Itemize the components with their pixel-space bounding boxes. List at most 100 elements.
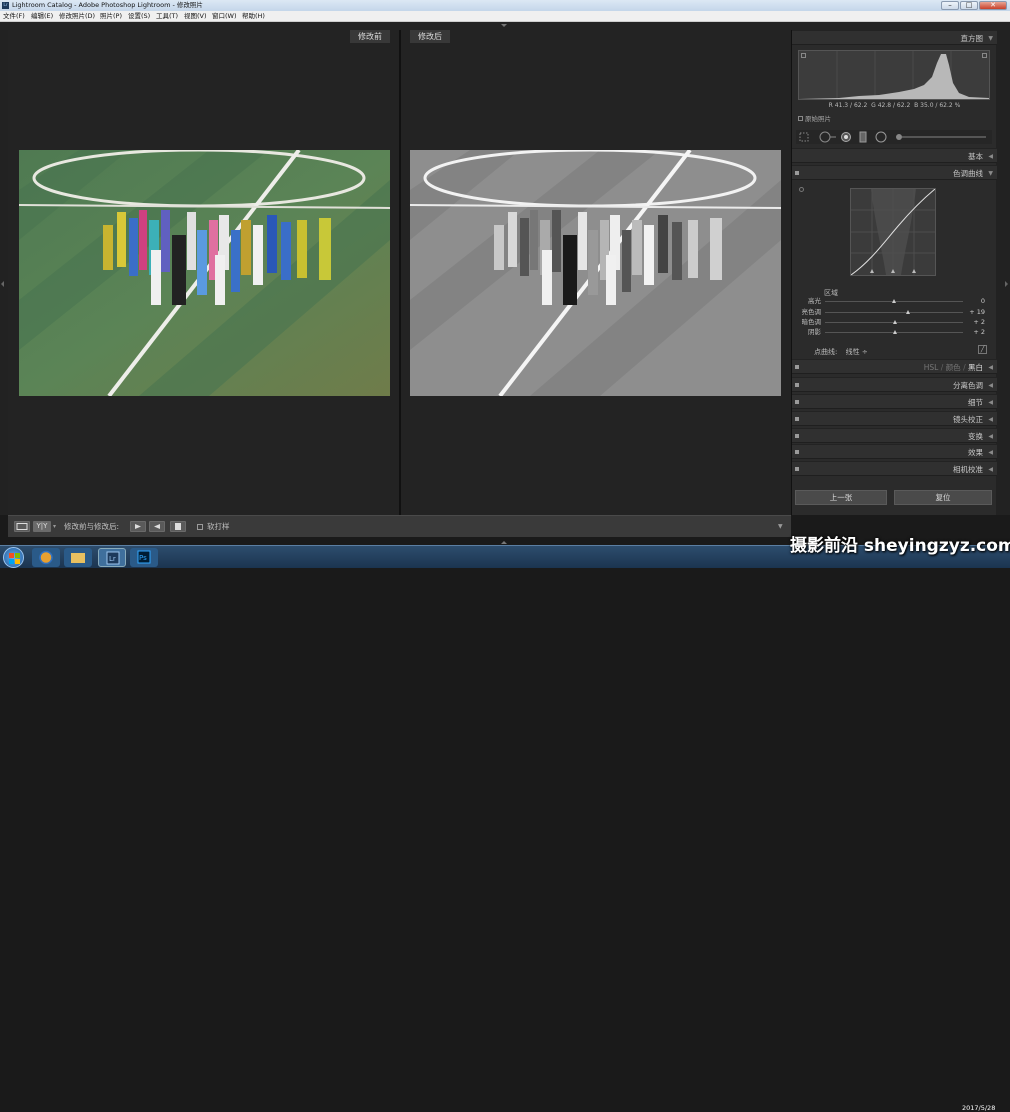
shadows-value[interactable]: + 2 bbox=[973, 328, 985, 337]
panel-switch-icon[interactable] bbox=[795, 383, 799, 387]
adjustment-brush-icon[interactable] bbox=[896, 134, 986, 140]
bw-tab[interactable]: 黑白 bbox=[968, 363, 983, 372]
before-pane: 修改前 bbox=[8, 30, 399, 515]
soft-proof-label: 软打样 bbox=[207, 522, 230, 531]
effects-header[interactable]: 效果 ◀ bbox=[792, 444, 997, 459]
hsl-color-bw-header[interactable]: HSL / 颜色 / 黑白 ◀ bbox=[792, 359, 997, 374]
red-eye-icon[interactable] bbox=[841, 132, 851, 142]
lights-slider[interactable]: 亮色调 + 19 bbox=[792, 308, 997, 317]
menu-bar: 文件(F) 编辑(E) 修改照片(D) 照片(P) 设置(S) 工具(T) 视图… bbox=[0, 11, 1010, 22]
tone-curve-graph[interactable] bbox=[850, 188, 936, 276]
menu-edit[interactable]: 编辑(E) bbox=[31, 11, 53, 22]
expand-icon: ◀ bbox=[988, 364, 993, 371]
before-after-view-button[interactable]: Y|Y bbox=[33, 521, 51, 532]
targeted-adjustment-icon[interactable] bbox=[799, 187, 804, 192]
highlights-value[interactable]: 0 bbox=[981, 297, 985, 306]
darks-slider[interactable]: 暗色调 + 2 bbox=[792, 318, 997, 327]
taskbar-lightroom[interactable]: Lr bbox=[98, 548, 126, 567]
original-photo-checkbox[interactable] bbox=[798, 116, 803, 121]
copy-before-to-after-button[interactable] bbox=[130, 521, 146, 532]
camera-calibration-header[interactable]: 相机校准 ◀ bbox=[792, 461, 997, 476]
menu-settings[interactable]: 设置(S) bbox=[128, 11, 150, 22]
taskbar-photoshop[interactable]: Ps bbox=[130, 548, 158, 567]
shadows-knob[interactable] bbox=[893, 330, 898, 334]
menu-window[interactable]: 窗口(W) bbox=[212, 11, 237, 22]
collapse-top-panel-icon[interactable] bbox=[501, 24, 507, 27]
lightroom-logo-icon: Lr bbox=[2, 2, 9, 9]
shadow-clipping-icon[interactable] bbox=[801, 53, 806, 58]
panel-switch-icon[interactable] bbox=[795, 400, 799, 404]
crop-tool-icon[interactable] bbox=[799, 132, 809, 142]
menu-develop[interactable]: 修改照片(D) bbox=[59, 11, 95, 22]
menu-photo[interactable]: 照片(P) bbox=[100, 11, 122, 22]
copy-after-to-before-button[interactable] bbox=[149, 521, 165, 532]
soft-proof-checkbox[interactable] bbox=[197, 524, 203, 530]
panel-switch-icon[interactable] bbox=[795, 434, 799, 438]
toolbar-options-icon[interactable]: ▼ bbox=[778, 521, 783, 532]
maximize-button[interactable]: □ bbox=[960, 1, 978, 10]
swap-button[interactable] bbox=[170, 521, 186, 532]
collapse-right-panel-icon[interactable] bbox=[1005, 281, 1008, 287]
before-after-viewer: 修改前 修改后 bbox=[8, 30, 791, 515]
minimize-button[interactable]: – bbox=[941, 1, 959, 10]
effects-title: 效果 bbox=[968, 448, 983, 457]
panel-switch-icon[interactable] bbox=[795, 171, 799, 175]
lights-track[interactable] bbox=[825, 312, 963, 313]
loupe-view-button[interactable] bbox=[14, 521, 30, 532]
collapse-left-panel-icon[interactable] bbox=[1, 281, 4, 287]
collapse-filmstrip-icon[interactable] bbox=[501, 541, 507, 544]
graduated-filter-icon[interactable] bbox=[859, 131, 867, 143]
menu-view[interactable]: 视图(V) bbox=[184, 11, 207, 22]
right-panel-edge bbox=[996, 30, 1010, 515]
taskbar-clock[interactable]: 2017/5/28 bbox=[962, 1104, 995, 1112]
highlights-slider[interactable]: 高光 0 bbox=[792, 297, 997, 306]
previous-button[interactable]: 上一张 bbox=[795, 490, 887, 505]
split-toning-header[interactable]: 分离色调 ◀ bbox=[792, 377, 997, 392]
menu-file[interactable]: 文件(F) bbox=[3, 11, 25, 22]
b-label: B bbox=[914, 102, 919, 109]
original-photo-toggle[interactable]: 原始照片 bbox=[798, 113, 831, 123]
taskbar-browser[interactable] bbox=[32, 548, 60, 567]
tone-curve-header[interactable]: 色调曲线 ▼ bbox=[792, 165, 997, 180]
lens-correction-header[interactable]: 镜头校正 ◀ bbox=[792, 411, 997, 426]
title-bar: Lr Lightroom Catalog - Adobe Photoshop L… bbox=[0, 0, 1010, 11]
panel-switch-icon[interactable] bbox=[795, 417, 799, 421]
shadows-slider[interactable]: 阴影 + 2 bbox=[792, 328, 997, 337]
before-photo[interactable] bbox=[19, 150, 390, 396]
radial-filter-icon[interactable] bbox=[875, 131, 887, 143]
reset-button[interactable]: 复位 bbox=[894, 490, 992, 505]
lights-label: 亮色调 bbox=[801, 308, 822, 316]
menu-help[interactable]: 帮助(H) bbox=[242, 11, 265, 22]
windows-logo-icon bbox=[9, 553, 20, 564]
lights-knob[interactable] bbox=[905, 310, 910, 314]
taskbar-explorer[interactable] bbox=[64, 548, 92, 567]
point-curve-row: 点曲线: 线性 ÷ bbox=[814, 347, 868, 357]
hsl-tab[interactable]: HSL bbox=[924, 363, 939, 372]
b-value: 35.0 / 62.2 bbox=[920, 102, 953, 109]
panel-switch-icon[interactable] bbox=[795, 467, 799, 471]
point-curve-select[interactable]: 线性 ÷ bbox=[846, 348, 868, 356]
expand-icon: ◀ bbox=[988, 466, 993, 473]
start-button[interactable] bbox=[3, 547, 24, 568]
detail-header[interactable]: 细节 ◀ bbox=[792, 394, 997, 409]
spot-removal-icon[interactable] bbox=[819, 131, 836, 143]
menu-tools[interactable]: 工具(T) bbox=[156, 11, 178, 22]
darks-value[interactable]: + 2 bbox=[973, 318, 985, 327]
transform-header[interactable]: 变换 ◀ bbox=[792, 428, 997, 443]
panel-switch-icon[interactable] bbox=[795, 450, 799, 454]
lens-correction-title: 镜头校正 bbox=[953, 415, 983, 424]
histogram-display[interactable] bbox=[798, 50, 990, 100]
lights-value[interactable]: + 19 bbox=[969, 308, 985, 317]
highlight-clipping-icon[interactable] bbox=[982, 53, 987, 58]
darks-knob[interactable] bbox=[893, 320, 898, 324]
after-photo[interactable] bbox=[410, 150, 781, 396]
highlights-knob[interactable] bbox=[892, 299, 896, 303]
color-tab[interactable]: 颜色 bbox=[946, 363, 961, 372]
panel-switch-icon[interactable] bbox=[795, 365, 799, 369]
close-button[interactable]: ✕ bbox=[979, 1, 1007, 10]
basic-panel-header[interactable]: 基本 ◀ bbox=[792, 148, 997, 163]
point-curve-label: 点曲线: bbox=[814, 348, 838, 356]
histogram-header[interactable]: 直方图 ▼ bbox=[792, 30, 997, 45]
view-dropdown-icon[interactable]: ▾ bbox=[53, 521, 56, 532]
edit-point-curve-icon[interactable]: ╱ bbox=[978, 345, 987, 354]
